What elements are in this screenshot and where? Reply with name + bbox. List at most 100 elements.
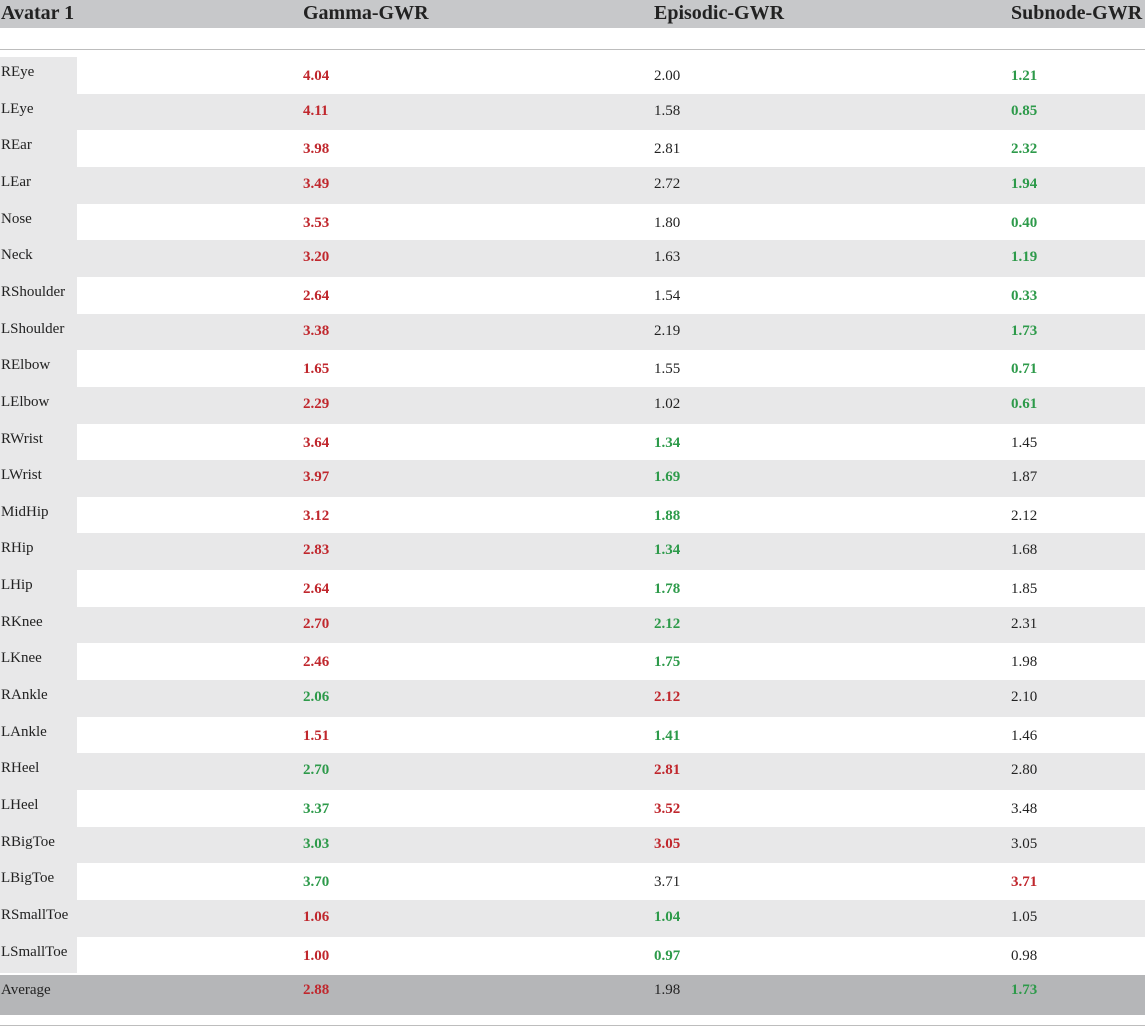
row-label: RShoulder	[1, 284, 66, 300]
cell-episodic-gwr: 3.05	[654, 836, 681, 852]
cell-episodic-gwr: 1.78	[654, 581, 681, 597]
row-stripe	[0, 680, 1145, 717]
row-stripe	[0, 533, 1145, 570]
cell-subnode-gwr: 0.71	[1011, 361, 1038, 377]
cell-gamma-gwr: 3.12	[303, 508, 330, 524]
cell-episodic-gwr: 2.72	[654, 176, 681, 192]
cell-gamma-gwr: 3.64	[303, 435, 330, 451]
table-row: LEye 4.11 1.58 0.85	[0, 94, 1145, 130]
cell-subnode-gwr: 0.33	[1011, 288, 1038, 304]
cell-episodic-gwr: 1.63	[654, 249, 681, 265]
row-label: RAnkle	[1, 687, 48, 703]
cell-episodic-gwr: 2.12	[654, 689, 681, 705]
header-divider	[0, 49, 1145, 50]
cell-subnode-gwr: 0.98	[1011, 948, 1038, 964]
row-label: RElbow	[1, 357, 51, 373]
table-row: RElbow 1.65 1.55 0.71	[0, 350, 1145, 387]
row-label: RSmallToe	[1, 907, 69, 923]
row-label: RWrist	[1, 431, 43, 447]
table-row: RAnkle 2.06 2.12 2.10	[0, 680, 1145, 717]
cell-subnode-gwr: 1.21	[1011, 68, 1038, 84]
row-stripe	[0, 863, 1145, 900]
cell-subnode-gwr: 0.61	[1011, 396, 1038, 412]
row-label: LWrist	[1, 467, 42, 483]
row-label: RHip	[1, 540, 34, 556]
row-label: LHip	[1, 577, 33, 593]
cell-gamma-gwr: 3.37	[303, 801, 330, 817]
table-row: LSmallToe 1.00 0.97 0.98	[0, 937, 1145, 973]
cell-gamma-gwr: 2.70	[303, 616, 330, 632]
cell-episodic-gwr: 1.58	[654, 103, 681, 119]
cell-gamma-gwr: 3.38	[303, 323, 330, 339]
cell-episodic-gwr: 3.71	[654, 874, 681, 890]
table-row: MidHip 3.12 1.88 2.12	[0, 497, 1145, 533]
row-stripe	[0, 717, 1145, 753]
cell-gamma-gwr: 3.97	[303, 469, 330, 485]
table-row: RKnee 2.70 2.12 2.31	[0, 607, 1145, 643]
cell-subnode-gwr: 1.68	[1011, 542, 1038, 558]
row-label: LHeel	[1, 797, 39, 813]
cell-gamma-gwr: 4.04	[303, 68, 330, 84]
row-stripe	[0, 387, 1145, 424]
cell-episodic-gwr: 1.41	[654, 728, 681, 744]
header-episodic-gwr: Episodic-GWR	[654, 2, 785, 24]
cell-subnode-gwr: 3.05	[1011, 836, 1038, 852]
cell-gamma-gwr: 1.65	[303, 361, 330, 377]
cell-episodic-gwr: 2.12	[654, 616, 681, 632]
cell-subnode-gwr: 0.85	[1011, 103, 1038, 119]
cell-subnode-gwr: 1.85	[1011, 581, 1038, 597]
row-label: Neck	[1, 247, 33, 263]
row-label: RHeel	[1, 760, 40, 776]
cell-episodic-gwr: 1.75	[654, 654, 681, 670]
cell-gamma-gwr: 2.83	[303, 542, 330, 558]
row-stripe	[0, 350, 1145, 387]
row-label: RBigToe	[1, 834, 55, 850]
table-row: RBigToe 3.03 3.05 3.05	[0, 827, 1145, 863]
cell-subnode-gwr: 2.12	[1011, 508, 1038, 524]
row-stripe	[0, 130, 1145, 167]
header-subnode-gwr: Subnode-GWR	[1011, 2, 1143, 24]
cell-subnode-gwr: 2.32	[1011, 141, 1038, 157]
cell-gamma-gwr: 3.03	[303, 836, 330, 852]
cell-episodic-gwr: 1.55	[654, 361, 681, 377]
table-row: Neck 3.20 1.63 1.19	[0, 240, 1145, 277]
cell-episodic-gwr: 1.02	[654, 396, 681, 412]
cell-gamma-gwr: 3.49	[303, 176, 330, 192]
cell-subnode-gwr: 1.94	[1011, 176, 1038, 192]
table-row: RShoulder 2.64 1.54 0.33	[0, 277, 1145, 314]
table-row: LWrist 3.97 1.69 1.87	[0, 460, 1145, 497]
row-label: LSmallToe	[1, 944, 68, 960]
table-row: REar 3.98 2.81 2.32	[0, 130, 1145, 167]
cell-episodic-gwr: 3.52	[654, 801, 681, 817]
cell-episodic-gwr: 1.80	[654, 215, 681, 231]
row-stripe	[0, 827, 1145, 863]
average-row: Average 2.88 1.98 1.73	[0, 975, 1145, 1015]
row-label: RKnee	[1, 614, 43, 630]
table-row: LAnkle 1.51 1.41 1.46	[0, 717, 1145, 753]
cell-gamma-gwr: 3.53	[303, 215, 330, 231]
row-label: MidHip	[1, 504, 49, 520]
average-episodic-gwr: 1.98	[654, 982, 681, 998]
row-stripe	[0, 277, 1145, 314]
cell-subnode-gwr: 2.10	[1011, 689, 1038, 705]
row-stripe	[0, 570, 1145, 607]
cell-episodic-gwr: 0.97	[654, 948, 681, 964]
cell-subnode-gwr: 1.45	[1011, 435, 1038, 451]
header-gamma-gwr: Gamma-GWR	[303, 2, 429, 24]
cell-subnode-gwr: 1.87	[1011, 469, 1038, 485]
cell-episodic-gwr: 1.34	[654, 542, 681, 558]
table-row: LElbow 2.29 1.02 0.61	[0, 387, 1145, 424]
cell-gamma-gwr: 4.11	[303, 103, 329, 119]
cell-episodic-gwr: 1.88	[654, 508, 681, 524]
average-gamma-gwr: 2.88	[303, 982, 330, 998]
cell-gamma-gwr: 3.70	[303, 874, 330, 890]
row-stripe	[0, 607, 1145, 643]
cell-gamma-gwr: 2.29	[303, 396, 330, 412]
row-stripe	[0, 753, 1145, 790]
row-stripe	[0, 314, 1145, 350]
row-label: LShoulder	[1, 321, 65, 337]
cell-subnode-gwr: 2.80	[1011, 762, 1038, 778]
cell-gamma-gwr: 3.98	[303, 141, 330, 157]
header-avatar: Avatar 1	[1, 2, 75, 24]
average-subnode-gwr: 1.73	[1011, 982, 1038, 998]
